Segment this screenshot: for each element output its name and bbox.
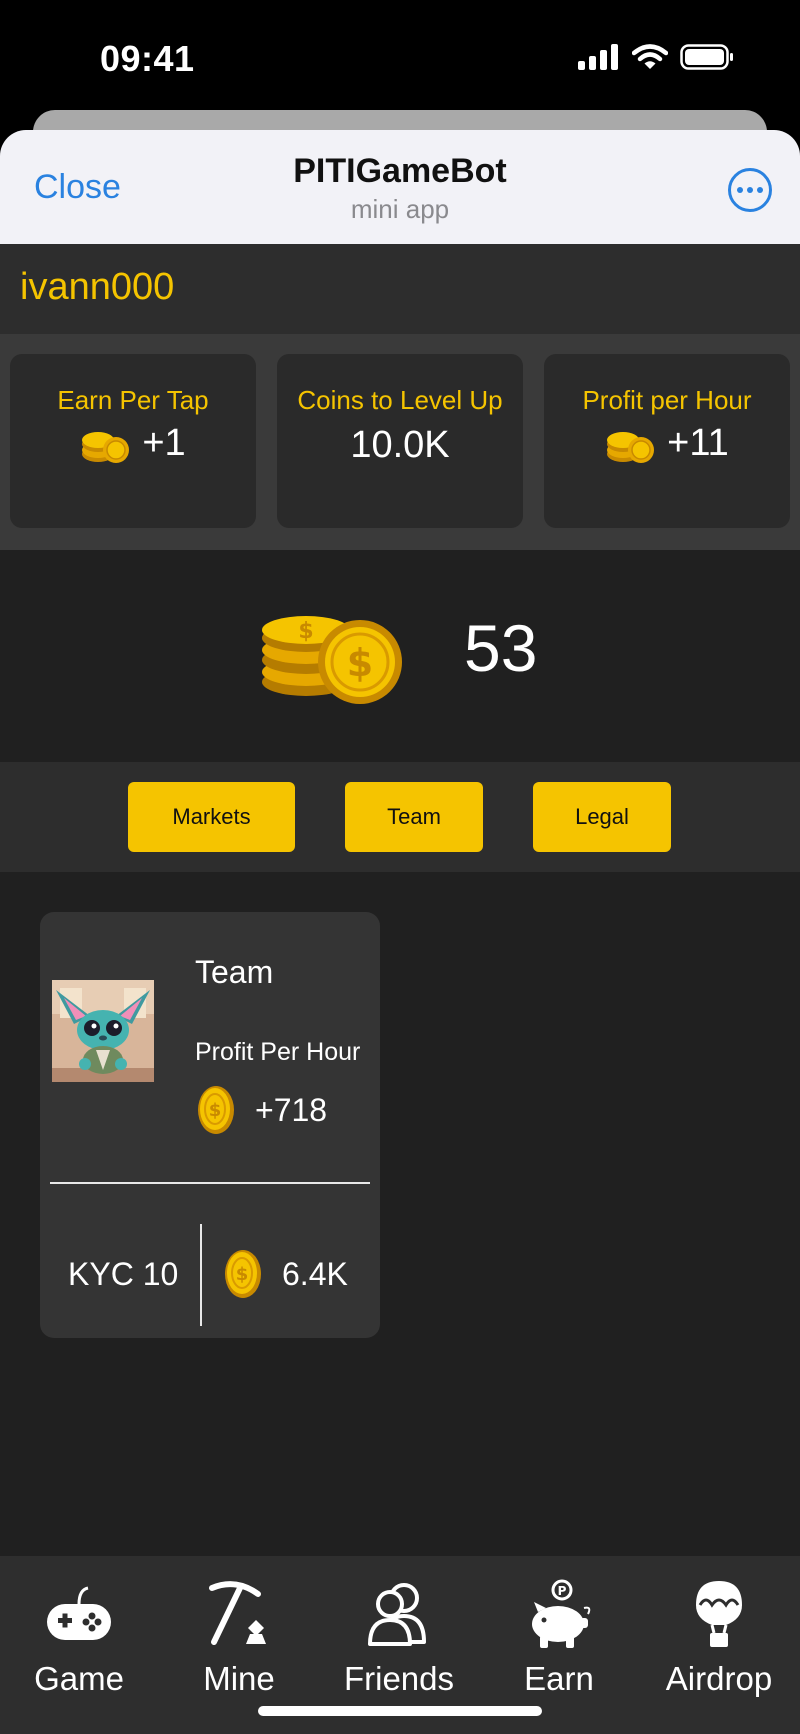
stat-card-profit-per-hour: Profit per Hour +11 <box>544 354 790 528</box>
card-title: Team <box>195 954 274 990</box>
coin-pile-icon[interactable]: $ $ <box>258 600 408 710</box>
nav-item-game[interactable]: Game <box>4 1574 154 1698</box>
nav-item-mine[interactable]: Mine <box>164 1574 314 1698</box>
coin-stack-icon <box>82 431 130 463</box>
stat-card-earn-per-tap: Earn Per Tap +1 <box>10 354 256 528</box>
balance-area: $ $ 53 <box>0 550 800 762</box>
svg-text:$: $ <box>209 1100 222 1121</box>
gamepad-icon <box>47 1586 111 1640</box>
piggy-bank-icon: P <box>532 1579 591 1648</box>
svg-text:$: $ <box>236 1264 249 1285</box>
nav-label: Airdrop <box>665 1660 773 1697</box>
upgrade-card-team[interactable]: Team Profit Per Hour $ +718 KYC 10 $ 6.4… <box>40 912 380 1338</box>
coin-stack-icon <box>607 431 655 463</box>
svg-text:P: P <box>558 1584 567 1598</box>
app-subtitle: mini app <box>350 194 450 224</box>
nav-label: Game <box>34 1660 124 1697</box>
stat-label: Earn Per Tap <box>57 385 209 415</box>
coin-balance: 53 <box>464 611 538 685</box>
friends-icon <box>368 1583 426 1646</box>
svg-text:$: $ <box>347 641 373 685</box>
stat-label: Profit per Hour <box>582 385 752 415</box>
card-divider <box>50 1182 370 1184</box>
username: ivann000 <box>20 266 175 308</box>
more-dot-icon <box>737 187 743 193</box>
more-dot-icon <box>757 187 763 193</box>
card-profit-row: $ +718 <box>195 1084 327 1136</box>
card-profit-value: +718 <box>255 1091 328 1128</box>
nav-label: Earn <box>524 1660 594 1697</box>
stat-label: Coins to Level Up <box>297 385 503 415</box>
signal-icon <box>578 44 618 70</box>
status-time: 09:41 <box>100 38 195 79</box>
card-cost-row: $ 6.4K <box>222 1248 348 1300</box>
card-level: KYC 10 <box>68 1256 179 1292</box>
stats-band: Earn Per Tap +1 Coins to Level Up 10.0K <box>0 334 800 550</box>
stat-card-coins-to-level-up: Coins to Level Up 10.0K <box>277 354 523 528</box>
nav-label: Mine <box>203 1660 275 1697</box>
more-dot-icon <box>747 187 753 193</box>
tab-markets[interactable]: Markets <box>128 782 295 852</box>
stat-value: +1 <box>142 422 186 464</box>
stat-value: 10.0K <box>350 424 450 466</box>
card-avatar-image <box>52 980 154 1082</box>
status-icons <box>578 44 734 70</box>
battery-icon <box>680 44 733 70</box>
app-header: Close PITIGameBot mini app <box>0 130 800 244</box>
main-content: ivann000 Earn Per Tap +1 Coins to Level … <box>0 244 800 1556</box>
creature-avatar-icon <box>52 980 154 1082</box>
airdrop-icon <box>696 1581 742 1647</box>
app-title: PITIGameBot <box>293 152 507 190</box>
nav-item-friends[interactable]: Friends <box>324 1574 474 1698</box>
more-options-button[interactable] <box>728 168 772 212</box>
tab-legal[interactable]: Legal <box>533 782 671 852</box>
card-vertical-divider <box>200 1224 202 1326</box>
card-cost-value: 6.4K <box>282 1255 348 1292</box>
status-bar: 09:41 <box>0 0 800 110</box>
card-profit-label: Profit Per Hour <box>195 1038 361 1066</box>
nav-label: Friends <box>343 1660 455 1697</box>
stat-value: +11 <box>667 422 729 464</box>
tab-team[interactable]: Team <box>345 782 483 852</box>
pickaxe-icon <box>209 1581 266 1645</box>
home-indicator[interactable] <box>258 1706 542 1716</box>
coin-icon: $ <box>198 1086 234 1134</box>
nav-item-earn[interactable]: P Earn <box>484 1574 634 1698</box>
user-row: ivann000 <box>0 244 800 334</box>
nav-item-airdrop[interactable]: Airdrop <box>644 1574 794 1698</box>
wifi-icon <box>632 44 668 69</box>
tabs-band: Markets Team Legal <box>0 762 800 872</box>
coin-icon: $ <box>225 1250 261 1298</box>
svg-text:$: $ <box>298 619 313 644</box>
